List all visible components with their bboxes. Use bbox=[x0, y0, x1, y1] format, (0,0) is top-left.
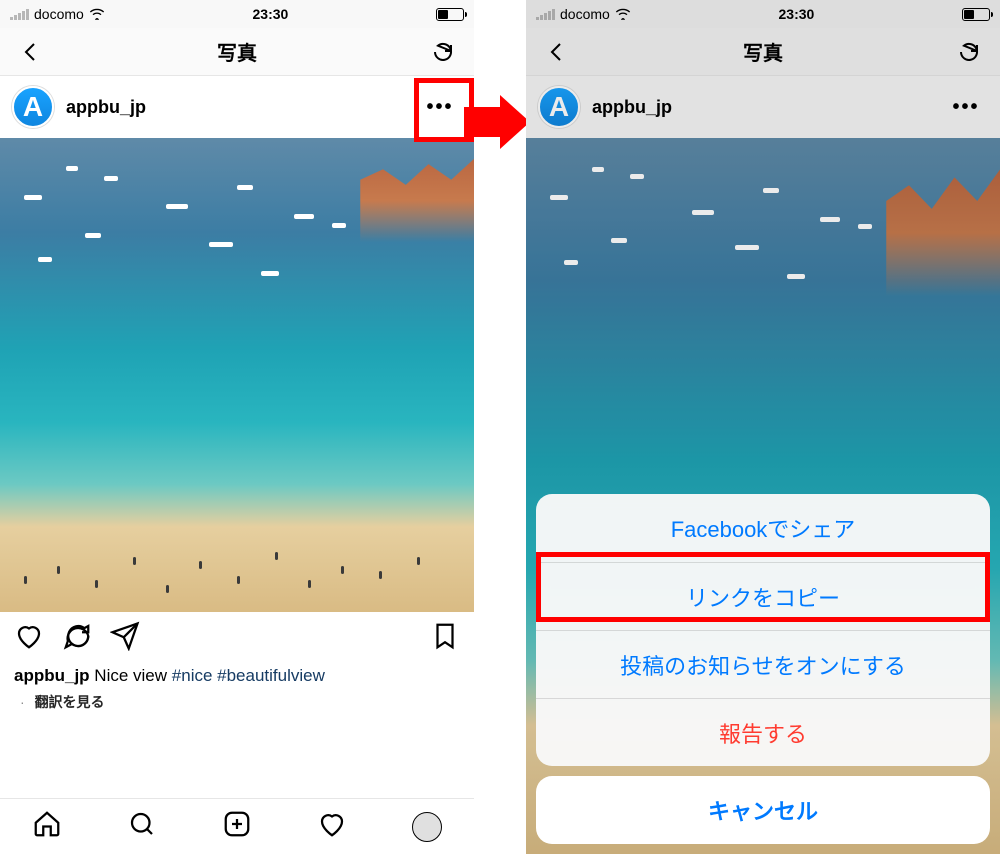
avatar[interactable]: A bbox=[538, 86, 580, 128]
post-username[interactable]: appbu_jp bbox=[592, 97, 672, 118]
signal-icon bbox=[10, 9, 29, 20]
wifi-icon bbox=[615, 8, 631, 20]
arrow-icon bbox=[464, 95, 534, 149]
more-options-button[interactable]: ••• bbox=[944, 85, 988, 129]
post-username[interactable]: appbu_jp bbox=[66, 97, 146, 118]
sheet-copy-link[interactable]: リンクをコピー bbox=[536, 562, 990, 630]
right-screenshot: docomo 23:30 写真 A appbu_jp ••• bbox=[526, 0, 1000, 854]
sheet-report[interactable]: 報告する bbox=[536, 698, 990, 766]
like-icon[interactable] bbox=[14, 621, 44, 656]
refresh-button[interactable] bbox=[426, 35, 460, 69]
search-tab-icon[interactable] bbox=[127, 809, 157, 844]
status-bar: docomo 23:30 bbox=[0, 0, 474, 28]
sheet-cancel[interactable]: キャンセル bbox=[536, 776, 990, 844]
comment-icon[interactable] bbox=[62, 621, 92, 656]
caption-hashtags[interactable]: #nice #beautifulview bbox=[172, 666, 325, 685]
sheet-share-facebook[interactable]: Facebookでシェア bbox=[536, 494, 990, 562]
page-title: 写真 bbox=[743, 37, 783, 66]
refresh-button[interactable] bbox=[952, 35, 986, 69]
post-header: A appbu_jp ••• bbox=[0, 76, 474, 138]
page-title: 写真 bbox=[217, 37, 257, 66]
caption-text: Nice view bbox=[94, 666, 167, 685]
action-sheet: Facebookでシェア リンクをコピー 投稿のお知らせをオンにする 報告する … bbox=[536, 494, 990, 844]
back-button[interactable] bbox=[540, 35, 574, 69]
carrier-label: docomo bbox=[34, 6, 84, 22]
clock: 23:30 bbox=[779, 6, 815, 22]
left-screenshot: docomo 23:30 写真 A appbu_jp ••• bbox=[0, 0, 474, 854]
avatar[interactable]: A bbox=[12, 86, 54, 128]
nav-header: 写真 bbox=[526, 28, 1000, 76]
translate-button[interactable]: 翻訳を見る bbox=[35, 694, 105, 710]
nav-header: 写真 bbox=[0, 28, 474, 76]
share-icon[interactable] bbox=[110, 621, 140, 656]
profile-tab-icon[interactable] bbox=[412, 812, 442, 842]
new-post-tab-icon[interactable] bbox=[222, 809, 252, 844]
home-tab-icon[interactable] bbox=[32, 809, 62, 844]
wifi-icon bbox=[89, 8, 105, 20]
caption-username[interactable]: appbu_jp bbox=[14, 666, 90, 685]
signal-icon bbox=[536, 9, 555, 20]
back-button[interactable] bbox=[14, 35, 48, 69]
post-header: A appbu_jp ••• bbox=[526, 76, 1000, 138]
post-photo[interactable] bbox=[0, 138, 474, 612]
sheet-notifications-on[interactable]: 投稿のお知らせをオンにする bbox=[536, 630, 990, 698]
post-meta: · 翻訳を見る bbox=[0, 692, 474, 722]
carrier-label: docomo bbox=[560, 6, 610, 22]
bookmark-icon[interactable] bbox=[430, 621, 460, 656]
post-actions bbox=[0, 612, 474, 664]
battery-icon bbox=[962, 8, 990, 21]
clock: 23:30 bbox=[253, 6, 289, 22]
status-bar: docomo 23:30 bbox=[526, 0, 1000, 28]
more-options-button[interactable]: ••• bbox=[418, 85, 462, 129]
battery-icon bbox=[436, 8, 464, 21]
post-caption: appbu_jp Nice view #nice #beautifulview bbox=[0, 664, 474, 692]
activity-tab-icon[interactable] bbox=[317, 809, 347, 844]
tab-bar bbox=[0, 798, 474, 854]
